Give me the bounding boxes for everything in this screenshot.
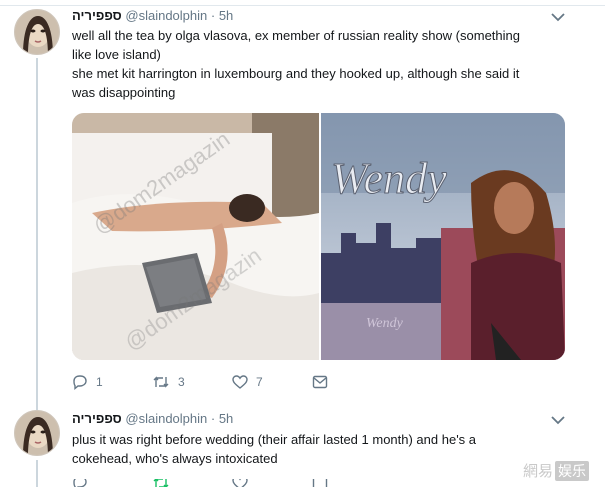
retweet-icon [153,479,169,487]
like-icon [232,375,248,389]
tweet-text-line: was disappointing [72,85,176,100]
media-photo-left[interactable]: @dom2magazin @dom2magazin [72,113,319,360]
user-handle[interactable]: @slaindolphin [125,411,207,426]
tweet-actions: 1 3 7 [72,372,392,392]
retweet-icon [153,376,169,388]
chevron-down-icon[interactable] [551,12,565,22]
watermark-text: 網易 [522,463,553,480]
reply-button[interactable] [72,479,152,487]
avatar[interactable] [14,410,60,456]
like-button[interactable]: 7 [232,374,312,390]
show-title: Wendy [331,154,447,203]
dm-button[interactable] [312,479,392,487]
tweet-header: ספפיריה @slaindolphin · 5h [72,8,233,24]
tweet-time[interactable]: · 5h [211,8,233,23]
avatar[interactable] [14,9,60,55]
reply-count: 1 [96,375,103,389]
like-icon [232,479,248,487]
tweet-time[interactable]: · 5h [211,411,233,426]
tweet-text: plus it was right before wedding (their … [72,430,572,468]
tweet-media[interactable]: @dom2magazin @dom2magazin Wendy Wendy [72,113,565,360]
tweet-text-line: she met kit harrington in luxembourg and… [72,66,520,81]
display-name[interactable]: ספפיריה [72,411,122,426]
display-name[interactable]: ספפיריה [72,8,122,23]
thread-connector [36,58,38,410]
floor-logo: Wendy [366,316,404,331]
reply-icon [73,479,87,487]
dm-button[interactable] [312,375,392,389]
reply-icon [73,375,87,390]
like-count: 7 [256,375,263,389]
reply-button[interactable]: 1 [72,374,152,390]
retweet-button[interactable] [152,479,232,487]
chevron-down-icon[interactable] [551,415,565,425]
retweet-count: 3 [178,375,185,389]
tweet-text-line: plus it was right before wedding (their … [72,432,477,447]
tweet-text-line: well all the tea by olga vlasova, ex mem… [72,28,520,43]
thread-connector [36,460,38,487]
retweet-button[interactable]: 3 [152,374,232,390]
tweet-text-line: like love island) [72,47,161,62]
corner-watermark: 網易 娱乐 [523,460,589,481]
top-divider [0,5,605,6]
tweet-header: ספפיריה @slaindolphin · 5h [72,411,233,427]
dm-icon [312,375,328,389]
tweet-text: well all the tea by olga vlasova, ex mem… [72,26,572,102]
watermark-box: 娱乐 [555,460,589,481]
tweet-text-line: cokehead, who's always intoxicated [72,451,278,466]
like-button[interactable] [232,479,312,487]
media-photo-right[interactable]: Wendy Wendy [321,113,565,360]
user-handle[interactable]: @slaindolphin [125,8,207,23]
dm-icon [312,479,328,487]
tweet-actions [72,479,392,487]
tweet-thread: ספפיריה @slaindolphin · 5h well all the … [0,0,605,487]
